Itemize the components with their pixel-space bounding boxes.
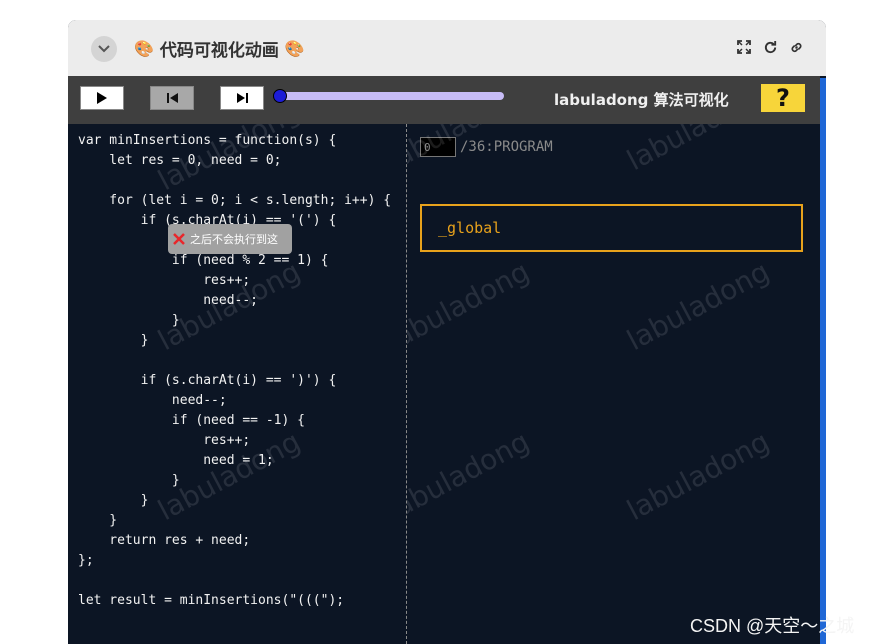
scrollbar[interactable]: [820, 78, 826, 644]
step-forward-icon: [236, 93, 248, 103]
brand-label: labuladong 算法可视化: [554, 91, 729, 109]
code-line: let res = 0, need = 0;: [78, 153, 282, 168]
panel-title-text: 代码可视化动画: [159, 40, 279, 61]
code-line: res++;: [78, 273, 251, 288]
panel-header: 🎨 代码可视化动画 🎨: [68, 20, 826, 76]
csdn-watermark: CSDN @天空～之城: [690, 616, 855, 636]
unreachable-tooltip: 之后不会执行到这: [168, 224, 292, 254]
code-line: var minInsertions = function(s) {: [78, 133, 337, 148]
code-line: let result = minInsertions("(((");: [78, 593, 345, 608]
chevron-down-icon: [98, 45, 110, 53]
play-button[interactable]: [80, 86, 124, 110]
palette-emoji-icon: 🎨: [134, 38, 154, 58]
tooltip-text: 之后不会执行到这: [190, 233, 278, 246]
play-icon: [97, 92, 107, 104]
watermark: labuladong: [621, 254, 775, 357]
close-icon: [173, 233, 185, 245]
watermark: labuladong: [407, 424, 535, 527]
code-line: for (let i = 0; i < s.length; i++) {: [78, 193, 392, 208]
code-line: if (need % 2 == 1) {: [78, 253, 329, 268]
header-actions: [736, 39, 804, 55]
step-total: /36:PROGRAM: [460, 139, 553, 155]
code-line: }: [78, 333, 149, 348]
code-line: return res + need;: [78, 533, 251, 548]
step-back-button[interactable]: [150, 86, 194, 110]
step-input[interactable]: [420, 137, 456, 157]
code-line: if (need == -1) {: [78, 413, 305, 428]
progress-slider[interactable]: [279, 92, 504, 100]
help-button[interactable]: ?: [761, 84, 805, 112]
fullscreen-icon[interactable]: [736, 39, 752, 55]
refresh-icon[interactable]: [762, 39, 778, 55]
code-editor: var minInsertions = function(s) { let re…: [78, 131, 391, 611]
visualization-pane: /36:PROGRAM _global labuladong labuladon…: [407, 124, 820, 644]
player-toolbar: labuladong 算法可视化 ?: [68, 76, 820, 124]
frame-name: _global: [438, 219, 502, 237]
watermark: labuladong: [407, 254, 535, 357]
palette-emoji-icon: 🎨: [284, 38, 305, 58]
watermark: labuladong: [621, 124, 775, 177]
link-icon[interactable]: [788, 39, 804, 55]
collapse-button[interactable]: [91, 36, 117, 62]
step-back-icon: [166, 93, 178, 103]
step-forward-button[interactable]: [220, 86, 264, 110]
code-line: res++;: [78, 433, 251, 448]
code-line: }: [78, 473, 180, 488]
code-line: need = 1;: [78, 453, 274, 468]
code-line: };: [78, 553, 94, 568]
code-visualizer-panel: 🎨 代码可视化动画 🎨 labuladong 算法可视化 ? var minIn…: [68, 20, 826, 644]
global-frame[interactable]: _global: [420, 204, 803, 252]
code-line: }: [78, 513, 118, 528]
progress-handle[interactable]: [273, 89, 287, 103]
code-line: }: [78, 313, 180, 328]
watermark: labuladong: [621, 424, 775, 527]
code-pane: var minInsertions = function(s) { let re…: [68, 124, 406, 644]
code-line: need--;: [78, 393, 227, 408]
panel-title: 🎨 代码可视化动画 🎨: [134, 35, 305, 61]
code-line: }: [78, 493, 149, 508]
code-line: if (s.charAt(i) == ')') {: [78, 373, 337, 388]
code-line: need--;: [78, 293, 259, 308]
